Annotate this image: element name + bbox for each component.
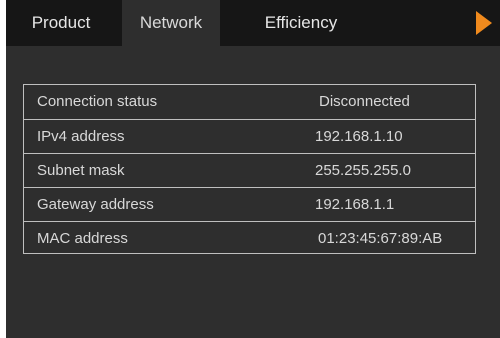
table-row: Subnet mask 255.255.255.0 <box>24 153 475 187</box>
tab-bar: Product Network Efficiency <box>6 0 500 46</box>
gateway-address-label: Gateway address <box>37 196 154 213</box>
subnet-mask-label: Subnet mask <box>37 162 125 179</box>
network-info-table: Connection status Disconnected IPv4 addr… <box>23 84 476 254</box>
subnet-mask-value: 255.255.255.0 <box>315 162 411 179</box>
tab-efficiency[interactable]: Efficiency <box>246 0 356 46</box>
mac-address-label: MAC address <box>37 230 128 247</box>
next-tab-arrow-icon[interactable] <box>476 11 492 35</box>
gateway-address-value: 192.168.1.1 <box>315 196 395 213</box>
ipv4-address-value: 192.168.1.10 <box>315 128 403 145</box>
table-row: MAC address 01:23:45:67:89:AB <box>24 221 475 255</box>
tab-product[interactable]: Product <box>6 0 116 46</box>
mac-address-value: 01:23:45:67:89:AB <box>318 230 443 247</box>
device-screen: Product Network Efficiency Connection st… <box>6 0 500 338</box>
table-row: Connection status Disconnected <box>24 85 475 119</box>
tab-network[interactable]: Network <box>122 0 220 46</box>
table-row: Gateway address 192.168.1.1 <box>24 187 475 221</box>
table-row: IPv4 address 192.168.1.10 <box>24 119 475 153</box>
ipv4-address-label: IPv4 address <box>37 128 125 145</box>
connection-status-value: Disconnected <box>319 93 410 110</box>
connection-status-label: Connection status <box>37 93 158 110</box>
